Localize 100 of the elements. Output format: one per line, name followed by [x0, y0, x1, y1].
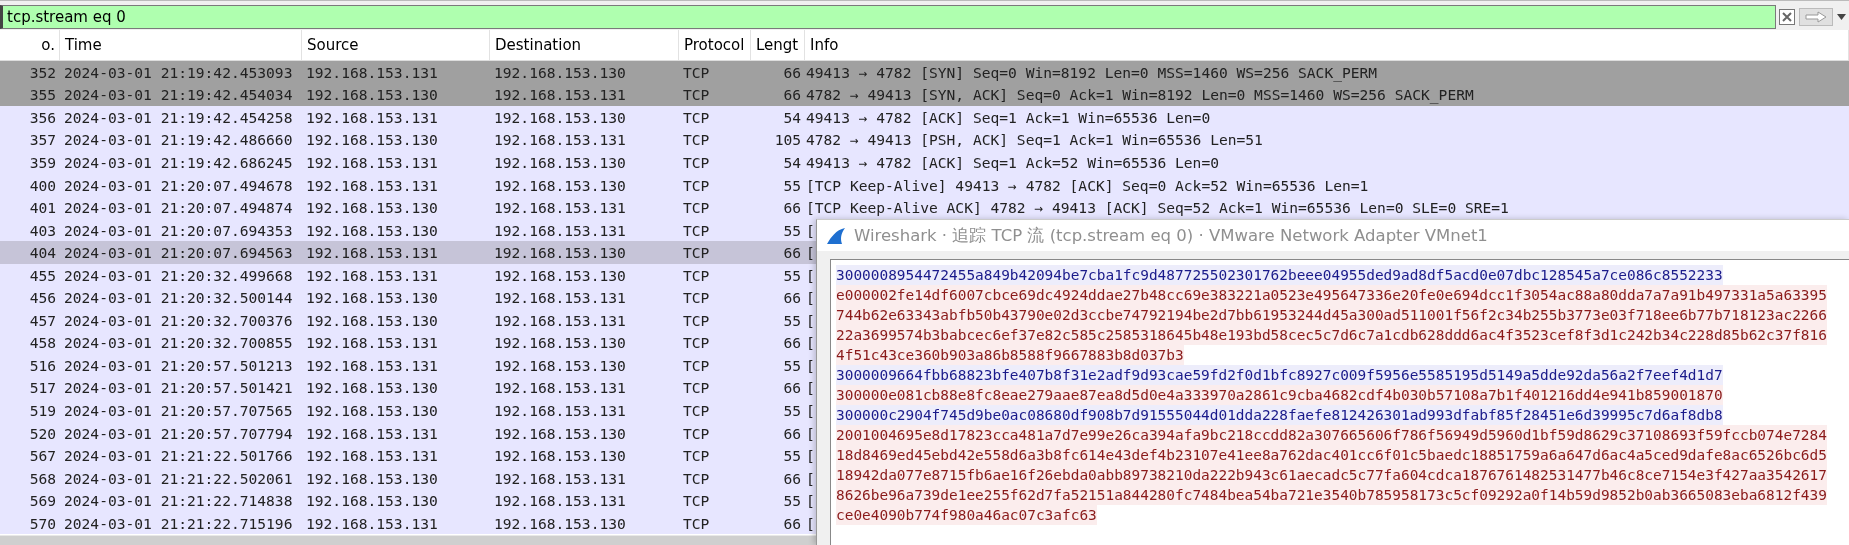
destination-cell-text: 192.168.153.131 — [493, 469, 627, 487]
destination-cell-text: 192.168.153.130 — [493, 153, 627, 171]
number-cell-text: 570 — [28, 514, 57, 532]
protocol-cell-text: TCP — [682, 63, 711, 81]
length-cell-text: 55 — [782, 176, 802, 194]
source-cell-text: 192.168.153.131 — [305, 153, 439, 171]
number-cell-text: 456 — [28, 289, 57, 307]
time-cell-text: 2024-03-01 21:20:07.494874 — [63, 199, 294, 217]
number-cell-text: 569 — [28, 492, 57, 510]
destination-cell-text: 192.168.153.130 — [493, 63, 627, 81]
length-cell-text: 66 — [782, 514, 802, 532]
length-cell-text: 66 — [782, 199, 802, 217]
source-cell-text: 192.168.153.130 — [305, 469, 439, 487]
number-cell-text: 455 — [28, 266, 57, 284]
destination-cell-text: 192.168.153.130 — [493, 266, 627, 284]
time-cell-text: 2024-03-01 21:20:07.694563 — [63, 244, 294, 262]
number-cell-text: 355 — [28, 86, 57, 104]
number-cell-text: 517 — [28, 379, 57, 397]
number-cell-text: 457 — [28, 311, 57, 329]
time-cell-text: 2024-03-01 21:20:07.494678 — [63, 176, 294, 194]
time-cell-text: 2024-03-01 21:21:22.502061 — [63, 469, 294, 487]
window-title: Wireshark · 追踪 TCP 流 (tcp.stream eq 0) · VMware Network Adapter VMnet1 — [854, 224, 1488, 247]
destination-cell-text: 192.168.153.130 — [493, 176, 627, 194]
destination-cell-text: 192.168.153.130 — [493, 108, 627, 126]
source-cell-text: 192.168.153.131 — [305, 447, 439, 465]
number-cell-text: 568 — [28, 469, 57, 487]
number-cell-text: 403 — [28, 221, 57, 239]
length-cell-text: 55 — [782, 266, 802, 284]
number-cell-text: 458 — [28, 334, 57, 352]
time-cell-text: 2024-03-01 21:20:32.700855 — [63, 334, 294, 352]
destination-cell-text: 192.168.153.131 — [493, 221, 627, 239]
destination-cell-text: 192.168.153.131 — [493, 311, 627, 329]
source-cell-text: 192.168.153.130 — [305, 86, 439, 104]
number-cell-text: 400 — [28, 176, 57, 194]
info-cell: [ — [805, 221, 815, 239]
info-cell: [ — [805, 334, 815, 352]
source-cell-text: 192.168.153.131 — [305, 424, 439, 442]
number-cell-text: 401 — [28, 199, 57, 217]
length-cell-text: 66 — [782, 469, 802, 487]
length-cell-text: 54 — [782, 108, 802, 126]
protocol-cell-text: TCP — [682, 108, 711, 126]
time-cell-text: 2024-03-01 21:19:42.454034 — [63, 86, 294, 104]
number-cell-text: 356 — [28, 108, 57, 126]
number-cell-text: 520 — [28, 424, 57, 442]
protocol-cell-text: TCP — [682, 514, 711, 532]
time-cell-text: 2024-03-01 21:20:32.700376 — [63, 311, 294, 329]
protocol-cell-text: TCP — [682, 424, 711, 442]
source-cell-text: 192.168.153.130 — [305, 131, 439, 149]
length-cell-text: 66 — [782, 289, 802, 307]
protocol-cell-text: TCP — [682, 153, 711, 171]
source-cell-text: 192.168.153.130 — [305, 401, 439, 419]
length-cell-text: 55 — [782, 311, 802, 329]
destination-cell-text: 192.168.153.131 — [493, 86, 627, 104]
length-cell-text: 66 — [782, 63, 802, 81]
source-cell-text: 192.168.153.131 — [305, 244, 439, 262]
length-cell-text: 66 — [782, 379, 802, 397]
protocol-cell-text: TCP — [682, 379, 711, 397]
source-cell-text: 192.168.153.130 — [305, 289, 439, 307]
protocol-cell-text: TCP — [682, 289, 711, 307]
info-cell: [TCP Keep-Alive] 49413 → 4782 [ACK] Seq=0 Ack=52 Win=65536 Len=1 — [805, 176, 1369, 194]
info-cell: [ — [805, 514, 815, 532]
time-cell-text: 2024-03-01 21:20:32.499668 — [63, 266, 294, 284]
length-cell-text: 55 — [782, 492, 802, 510]
number-cell-text: 519 — [28, 401, 57, 419]
source-cell-text: 192.168.153.131 — [305, 356, 439, 374]
time-cell-text: 2024-03-01 21:21:22.501766 — [63, 447, 294, 465]
source-cell-text: 192.168.153.131 — [305, 108, 439, 126]
length-cell-text: 105 — [773, 131, 802, 149]
time-cell-text: 2024-03-01 21:21:22.714838 — [63, 492, 294, 510]
length-cell-text: 66 — [782, 86, 802, 104]
length-cell-text: 55 — [782, 221, 802, 239]
protocol-cell-text: TCP — [682, 492, 711, 510]
time-cell-text: 2024-03-01 21:21:22.715196 — [63, 514, 294, 532]
protocol-cell-text: TCP — [682, 199, 711, 217]
number-cell-text: 357 — [28, 131, 57, 149]
protocol-cell-text: TCP — [682, 311, 711, 329]
number-cell-text: 516 — [28, 356, 57, 374]
source-cell-text: 192.168.153.130 — [305, 379, 439, 397]
source-cell-text: 192.168.153.130 — [305, 221, 439, 239]
time-cell-text: 2024-03-01 21:19:42.486660 — [63, 131, 294, 149]
destination-cell-text: 192.168.153.130 — [493, 334, 627, 352]
info-cell: 4782 → 49413 [PSH, ACK] Seq=1 Ack=1 Win=65536 Len=51 — [805, 131, 1263, 149]
protocol-cell-text: TCP — [682, 356, 711, 374]
length-cell-text: 66 — [782, 244, 802, 262]
destination-cell-text: 192.168.153.130 — [493, 514, 627, 532]
protocol-cell-text: TCP — [682, 86, 711, 104]
info-cell: [ — [805, 266, 815, 284]
length-cell-text: 55 — [782, 401, 802, 419]
source-cell-text: 192.168.153.131 — [305, 266, 439, 284]
info-cell: [ — [805, 424, 815, 442]
length-cell-text: 55 — [782, 356, 802, 374]
time-cell-text: 2024-03-01 21:20:57.501213 — [63, 356, 294, 374]
info-cell: 49413 → 4782 [ACK] Seq=1 Ack=52 Win=65536 Len=0 — [805, 153, 1219, 171]
destination-cell-text: 192.168.153.131 — [493, 131, 627, 149]
destination-cell-text: 192.168.153.131 — [493, 289, 627, 307]
number-cell-text: 359 — [28, 153, 57, 171]
info-cell: 4782 → 49413 [SYN, ACK] Seq=0 Ack=1 Win=8192 Len=0 MSS=1460 WS=256 SACK_PERM — [805, 86, 1474, 104]
protocol-cell-text: TCP — [682, 469, 711, 487]
destination-cell-text: 192.168.153.131 — [493, 492, 627, 510]
time-cell-text: 2024-03-01 21:20:32.500144 — [63, 289, 294, 307]
